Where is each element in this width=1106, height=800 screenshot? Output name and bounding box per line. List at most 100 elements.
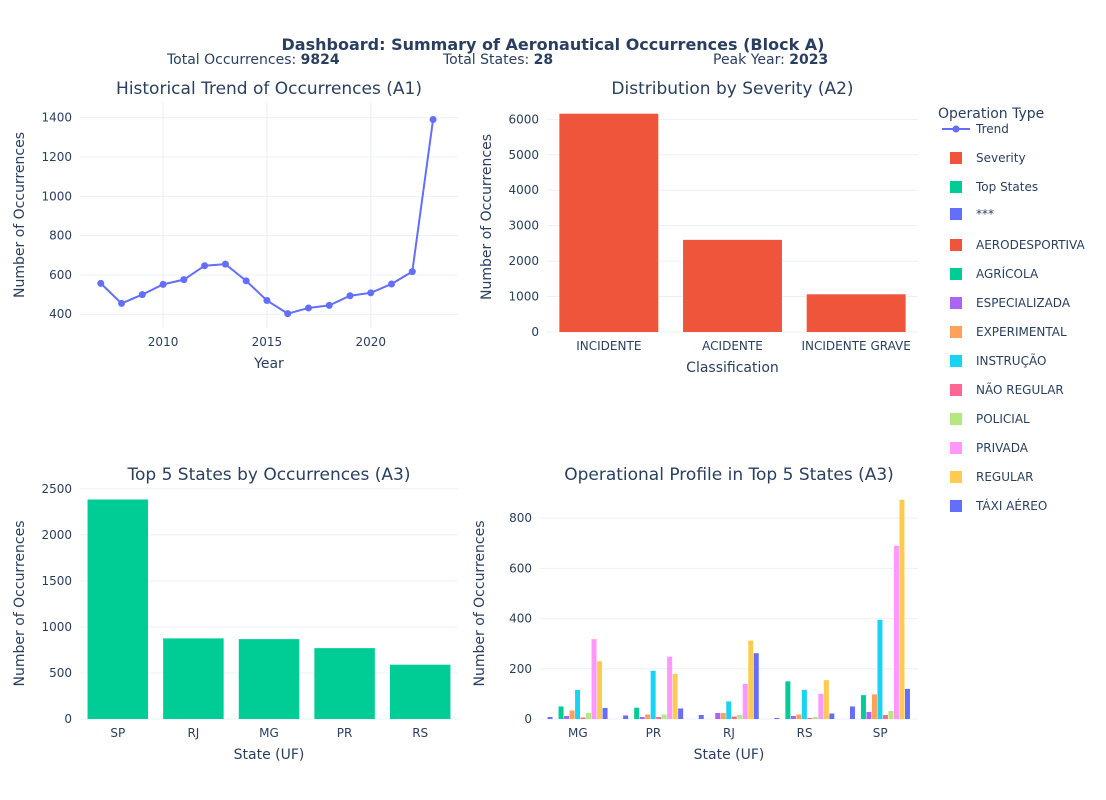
trend-point xyxy=(346,292,354,300)
bar-t-xi-a-reo xyxy=(753,653,759,719)
x-axis-label: Classification xyxy=(686,360,779,376)
y-tick-label: 0 xyxy=(524,712,532,726)
x-tick-label: INCIDENTE GRAVE xyxy=(801,339,910,353)
legend-item[interactable]: AERODESPORTIVA xyxy=(950,238,1085,252)
bar xyxy=(559,113,659,332)
bar xyxy=(87,499,149,719)
bar-experimental xyxy=(569,710,575,719)
legend-label: AGRÍCOLA xyxy=(976,266,1039,281)
bar-policial xyxy=(812,716,818,719)
bar-agr-cola xyxy=(785,681,791,719)
trend-point xyxy=(304,304,312,312)
x-tick-label: MG xyxy=(568,726,588,740)
trend-point xyxy=(242,277,250,285)
x-axis-label: State (UF) xyxy=(234,747,305,763)
legend-item[interactable]: PRIVADA xyxy=(950,441,1029,455)
legend-item[interactable]: *** xyxy=(950,207,994,221)
x-axis-label: State (UF) xyxy=(694,747,765,763)
legend-item[interactable]: Trend xyxy=(942,122,1009,136)
bar-agr-cola xyxy=(558,706,564,719)
bar-experimental xyxy=(871,694,877,719)
y-tick-label: 1000 xyxy=(41,620,72,634)
trend-point xyxy=(221,260,229,268)
legend-item[interactable]: EXPERIMENTAL xyxy=(950,325,1067,339)
x-tick-label: 2020 xyxy=(355,335,386,349)
chart-title: Historical Trend of Occurrences (A1) xyxy=(116,79,422,99)
x-tick-label: RS xyxy=(412,726,428,740)
trend-point xyxy=(284,310,292,318)
legend-swatch xyxy=(950,355,962,367)
legend-swatch xyxy=(950,268,962,280)
legend-item[interactable]: REGULAR xyxy=(950,470,1034,484)
legend-label: REGULAR xyxy=(976,470,1034,484)
bar-regular xyxy=(823,680,829,719)
legend-item[interactable]: INSTRUÇÃO xyxy=(950,353,1046,368)
legend-item[interactable]: NÃO REGULAR xyxy=(950,382,1064,397)
bar xyxy=(163,638,224,719)
legend-item[interactable]: AGRÍCOLA xyxy=(950,266,1039,281)
trend-point xyxy=(408,268,416,276)
bar-privada xyxy=(818,693,824,719)
bar-n-o-regular xyxy=(656,716,662,719)
trend-point xyxy=(429,115,437,123)
trend-point xyxy=(367,289,375,297)
x-tick-label: 2015 xyxy=(252,335,283,349)
bar xyxy=(806,294,906,332)
y-tick-label: 2000 xyxy=(508,254,539,268)
y-tick-label: 4000 xyxy=(508,183,539,197)
legend-item[interactable]: Severity xyxy=(950,151,1026,165)
y-tick-label: 0 xyxy=(531,325,539,339)
trend-point xyxy=(325,301,333,309)
legend-item[interactable]: TÁXI AÉREO xyxy=(950,498,1047,513)
bar xyxy=(238,639,300,719)
y-tick-label: 3000 xyxy=(508,219,539,233)
bar--unknown xyxy=(623,715,629,719)
y-tick-label: 400 xyxy=(509,612,532,626)
trend-point xyxy=(159,280,167,288)
bar-regular xyxy=(748,640,754,719)
chart-title: Operational Profile in Top 5 States (A3) xyxy=(564,465,894,485)
y-axis-label: Number of Occurrences xyxy=(472,521,488,687)
x-tick-label: RJ xyxy=(187,726,199,740)
bar xyxy=(389,664,451,719)
bar-especializada xyxy=(866,711,872,719)
dashboard: Dashboard: Summary of Aeronautical Occur… xyxy=(0,0,1106,800)
x-tick-label: 2010 xyxy=(148,335,179,349)
y-tick-label: 2000 xyxy=(41,528,72,542)
chart-title: Top 5 States by Occurrences (A3) xyxy=(127,465,411,485)
y-tick-label: 1500 xyxy=(41,574,72,588)
bar-especializada xyxy=(715,712,721,719)
y-tick-label: 2500 xyxy=(41,482,72,496)
legend-item[interactable]: POLICIAL xyxy=(950,412,1030,426)
y-tick-label: 1000 xyxy=(508,290,539,304)
legend-label: POLICIAL xyxy=(976,412,1030,426)
legend-label: TÁXI AÉREO xyxy=(975,498,1047,513)
legend-swatch xyxy=(950,500,962,512)
y-tick-label: 1200 xyxy=(41,150,72,164)
y-tick-label: 6000 xyxy=(508,112,539,126)
legend-item[interactable]: ESPECIALIZADA xyxy=(950,296,1071,310)
x-tick-label: RJ xyxy=(723,726,735,740)
trend-point xyxy=(97,279,105,287)
legend-title: Operation Type xyxy=(938,106,1044,122)
bar-regular xyxy=(597,661,603,719)
bar--unknown xyxy=(849,706,855,719)
legend-item[interactable]: Top States xyxy=(950,180,1038,194)
bar--unknown xyxy=(547,716,553,719)
trend-point xyxy=(263,296,271,304)
bar-t-xi-a-reo xyxy=(678,708,684,719)
x-axis-label: Year xyxy=(253,356,284,372)
bar-especializada xyxy=(639,716,645,719)
bar-privada xyxy=(591,639,597,719)
x-tick-label: SP xyxy=(873,726,888,740)
bar-privada xyxy=(667,656,673,719)
x-tick-label: PR xyxy=(337,726,353,740)
x-tick-label: PR xyxy=(646,726,662,740)
bar-n-o-regular xyxy=(580,717,586,719)
bar xyxy=(314,648,375,719)
bar-t-xi-a-reo xyxy=(829,713,835,719)
legend-swatch xyxy=(950,413,962,425)
bar-instru-o xyxy=(650,670,656,719)
legend-label: AERODESPORTIVA xyxy=(976,238,1085,252)
y-tick-label: 5000 xyxy=(508,148,539,162)
